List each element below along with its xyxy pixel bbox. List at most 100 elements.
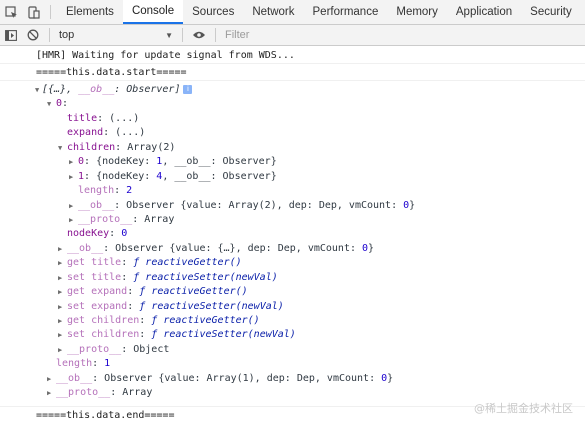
collapsed-triangle-icon[interactable]: ▶ (58, 328, 62, 342)
property-key: get children (67, 315, 140, 326)
function-glyph: ƒ (139, 300, 146, 312)
tree-node-title[interactable]: title: (...) (0, 112, 585, 126)
property-value: {nodeKey: (96, 156, 157, 168)
property-value: Array (144, 213, 175, 225)
tree-node-item-0[interactable]: ▼ 0: (0, 97, 585, 111)
console-output: [HMR] Waiting for update signal from WDS… (0, 47, 585, 427)
tab-performance[interactable]: Performance (304, 0, 388, 24)
property-key: __proto__ (67, 343, 122, 355)
property-value: reactiveGetter() (163, 315, 260, 326)
property-key: __proto__ (78, 213, 133, 225)
collapsed-triangle-icon[interactable]: ▶ (58, 300, 62, 314)
toolbar-divider (49, 28, 50, 42)
tree-node-get-children[interactable]: ▶ get children: ƒ reactiveGetter() (0, 314, 585, 328)
tree-node-children-ob[interactable]: ▶ __ob__: Observer {value: Array(2), dep… (0, 199, 585, 213)
collapsed-triangle-icon[interactable]: ▶ (47, 372, 51, 386)
collapsed-triangle-icon[interactable]: ▶ (69, 170, 73, 184)
tree-node-root-ob[interactable]: ▶ __ob__: Observer {value: Array(1), dep… (0, 372, 585, 386)
tree-node-child-0[interactable]: ▶ 0: {nodeKey: 1, __ob__: Observer} (0, 155, 585, 169)
collapsed-triangle-icon[interactable]: ▶ (58, 271, 62, 285)
property-key: expand (67, 127, 104, 139)
clear-console-icon[interactable] (22, 25, 44, 46)
property-value: Observer {value: {…}, dep: Dep, vmCount: (115, 242, 363, 254)
property-value: Array(2) (127, 141, 176, 153)
tree-node-set-expand[interactable]: ▶ set expand: ƒ reactiveSetter(newVal) (0, 300, 585, 314)
collapsed-triangle-icon[interactable]: ▶ (58, 343, 62, 357)
property-value: Object (133, 343, 170, 355)
expanded-triangle-icon[interactable]: ▼ (35, 83, 39, 97)
collapsed-triangle-icon[interactable]: ▶ (47, 386, 51, 400)
tree-node-get-expand[interactable]: ▶ get expand: ƒ reactiveGetter() (0, 285, 585, 299)
collapsed-triangle-icon[interactable]: ▶ (58, 256, 62, 270)
tree-node-children[interactable]: ▼ children: Array(2) (0, 141, 585, 155)
collapsed-triangle-icon[interactable]: ▶ (58, 285, 62, 299)
toolbar-divider (182, 28, 183, 42)
property-value: , __ob__: Observer} (162, 170, 277, 182)
property-value: (...) (115, 127, 146, 139)
tab-elements[interactable]: Elements (57, 0, 123, 24)
context-selector-value: top (59, 29, 75, 41)
toolbar-divider (215, 28, 216, 42)
watermark: @稀土掘金技术社区 (474, 402, 573, 415)
devtools-tab-bar: Elements Console Sources Network Perform… (0, 0, 585, 25)
tree-node-set-title[interactable]: ▶ set title: ƒ reactiveSetter(newVal) (0, 271, 585, 285)
collapsed-triangle-icon[interactable]: ▶ (69, 213, 73, 227)
tree-node-get-title[interactable]: ▶ get title: ƒ reactiveGetter() (0, 256, 585, 270)
collapsed-triangle-icon[interactable]: ▶ (69, 199, 73, 213)
property-key: nodeKey (67, 228, 110, 240)
property-key: set children (67, 329, 140, 341)
tree-node-item-proto[interactable]: ▶ __proto__: Object (0, 343, 585, 357)
tree-node-root-length[interactable]: length: 1 (0, 357, 585, 371)
tab-sources[interactable]: Sources (183, 0, 243, 24)
tab-application[interactable]: Application (447, 0, 521, 24)
sidebar-toggle-icon[interactable] (0, 25, 22, 46)
property-value: reactiveSetter(newVal) (145, 271, 278, 283)
property-value-number: 1 (104, 358, 111, 370)
dropdown-arrow-icon: ▼ (165, 30, 173, 40)
property-key: __ob__ (67, 242, 104, 254)
function-glyph: ƒ (133, 271, 140, 283)
inspect-element-icon[interactable] (0, 0, 22, 24)
tab-network[interactable]: Network (243, 0, 303, 24)
tree-node-root-proto[interactable]: ▶ __proto__: Array (0, 386, 585, 400)
collapsed-triangle-icon[interactable]: ▶ (58, 242, 62, 256)
tab-security[interactable]: Security (521, 0, 581, 24)
tree-node-set-children[interactable]: ▶ set children: ƒ reactiveSetter(newVal) (0, 328, 585, 342)
collapsed-triangle-icon[interactable]: ▶ (69, 155, 73, 169)
tree-node-children-proto[interactable]: ▶ __proto__: Array (0, 213, 585, 227)
property-value: } (368, 242, 375, 254)
tree-node-children-length[interactable]: length: 2 (0, 184, 585, 198)
property-value: , __ob__: Observer} (162, 156, 277, 168)
root-summary-prefix: [{…}, (42, 84, 79, 95)
filter-input[interactable]: Filter (221, 29, 249, 41)
info-icon[interactable]: i (183, 84, 193, 94)
collapsed-triangle-icon[interactable]: ▶ (58, 314, 62, 328)
function-glyph: ƒ (151, 315, 158, 326)
property-key: length (56, 358, 93, 370)
device-toolbar-icon[interactable] (22, 0, 44, 24)
tree-node-nodekey[interactable]: nodeKey: 0 (0, 227, 585, 241)
expanded-triangle-icon[interactable]: ▼ (47, 97, 51, 111)
root-summary-suffix: : Observer] (114, 84, 181, 95)
property-value-number: 2 (126, 185, 133, 197)
property-key: __ob__ (56, 372, 93, 384)
function-glyph: ƒ (151, 329, 158, 341)
property-value: {nodeKey: (96, 170, 157, 182)
live-expression-eye-icon[interactable] (188, 25, 210, 46)
tab-console[interactable]: Console (122, 0, 184, 24)
property-value: } (409, 199, 416, 211)
property-key: children (67, 141, 116, 153)
tree-node-root[interactable]: ▼ [{…}, __ob__: Observer] i (0, 83, 585, 97)
property-key: __proto__ (56, 387, 111, 399)
tab-memory[interactable]: Memory (387, 0, 447, 24)
tree-node-expand[interactable]: expand: (...) (0, 126, 585, 140)
expanded-triangle-icon[interactable]: ▼ (58, 141, 62, 155)
property-value: (...) (109, 112, 140, 124)
function-glyph: ƒ (139, 286, 146, 298)
tree-node-child-1[interactable]: ▶ 1: {nodeKey: 4, __ob__: Observer} (0, 170, 585, 184)
property-value-number: 0 (121, 228, 128, 240)
context-selector[interactable]: top ▼ (55, 27, 177, 44)
property-key: set title (67, 271, 122, 283)
tree-node-item-ob[interactable]: ▶ __ob__: Observer {value: {…}, dep: Dep… (0, 242, 585, 256)
root-summary-ob: __ob__ (78, 84, 115, 95)
